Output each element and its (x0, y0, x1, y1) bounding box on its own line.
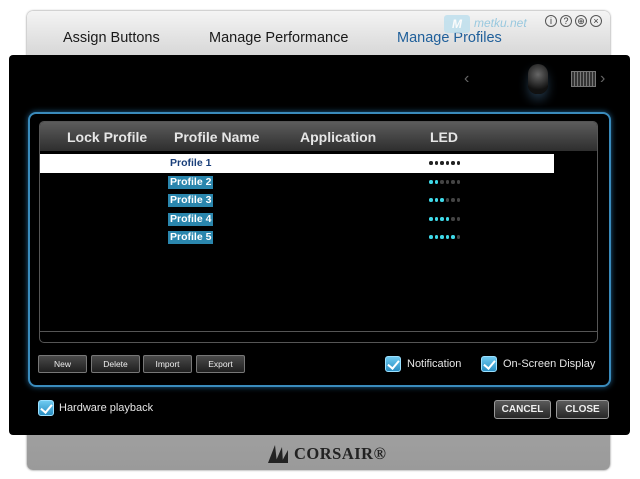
table-row[interactable]: Profile 3 (40, 191, 554, 210)
header-led[interactable]: LED (430, 129, 458, 145)
profile-name: Profile 4 (168, 213, 214, 226)
led-dot (445, 161, 449, 165)
close-icon[interactable]: × (590, 15, 602, 27)
led-indicator (429, 217, 460, 221)
led-dot (456, 217, 460, 221)
led-dot (440, 235, 444, 239)
led-dot (429, 161, 433, 165)
notification-checkbox[interactable] (385, 356, 401, 372)
close-button[interactable]: CLOSE (556, 400, 609, 419)
horizontal-scrollbar[interactable] (40, 331, 597, 332)
import-button[interactable]: Import (143, 355, 192, 373)
hardware-playback-label: Hardware playback (59, 402, 154, 414)
delete-button[interactable]: Delete (91, 355, 140, 373)
led-indicator (429, 161, 460, 165)
prev-device-icon[interactable]: ‹ (464, 70, 469, 88)
led-dot (445, 235, 449, 239)
led-dot (445, 217, 449, 221)
led-dot (434, 235, 438, 239)
osd-label: On-Screen Display (503, 358, 596, 370)
cancel-button[interactable]: CANCEL (494, 400, 551, 419)
led-dot (429, 180, 433, 184)
led-indicator (429, 180, 460, 184)
notification-label: Notification (407, 358, 462, 370)
led-dot (434, 217, 438, 221)
profile-name: Profile 2 (168, 176, 214, 189)
tab-manage-performance[interactable]: Manage Performance (209, 30, 348, 46)
header-profile-name[interactable]: Profile Name (174, 129, 260, 145)
led-indicator (429, 235, 460, 239)
header-lock-profile[interactable]: Lock Profile (67, 129, 147, 145)
led-dot (451, 198, 455, 202)
hardware-playback-checkbox[interactable] (38, 400, 54, 416)
led-dot (456, 198, 460, 202)
led-dot (440, 217, 444, 221)
profile-name: Profile 5 (168, 231, 214, 244)
mouse-device-icon[interactable] (528, 64, 548, 94)
profiles-table: Lock Profile Profile Name Application LE… (39, 121, 598, 343)
led-indicator (429, 198, 460, 202)
led-dot (456, 161, 460, 165)
next-device-icon[interactable]: › (600, 70, 605, 88)
profile-name: Profile 3 (168, 194, 214, 207)
table-header: Lock Profile Profile Name Application LE… (40, 122, 597, 151)
corsair-logo: CORSAIR® (266, 442, 386, 466)
led-dot (445, 198, 449, 202)
led-dot (440, 161, 444, 165)
globe-icon[interactable]: ⊕ (575, 15, 587, 27)
brand-text: CORSAIR® (294, 444, 387, 463)
led-dot (451, 161, 455, 165)
keyboard-device-icon[interactable] (571, 71, 596, 87)
led-dot (456, 180, 460, 184)
led-dot (434, 180, 438, 184)
watermark: M metku.net (444, 15, 536, 33)
table-row[interactable]: Profile 1 (40, 154, 554, 173)
led-dot (429, 198, 433, 202)
help-icon[interactable]: ? (560, 15, 572, 27)
export-button[interactable]: Export (196, 355, 245, 373)
led-dot (445, 180, 449, 184)
led-dot (451, 235, 455, 239)
led-dot (440, 198, 444, 202)
led-dot (429, 235, 433, 239)
corsair-sails-icon (268, 445, 288, 463)
led-dot (451, 217, 455, 221)
led-dot (434, 198, 438, 202)
profile-name: Profile 1 (170, 157, 212, 169)
osd-checkbox[interactable] (481, 356, 497, 372)
table-row[interactable]: Profile 5 (40, 228, 554, 247)
led-dot (451, 180, 455, 184)
info-icon[interactable]: i (545, 15, 557, 27)
watermark-logo: M (444, 15, 470, 33)
table-row[interactable]: Profile 2 (40, 173, 554, 192)
led-dot (429, 217, 433, 221)
led-dot (440, 180, 444, 184)
window-controls: i ? ⊕ × (545, 15, 602, 27)
table-row[interactable]: Profile 4 (40, 210, 554, 229)
new-button[interactable]: New (38, 355, 87, 373)
led-dot (434, 161, 438, 165)
watermark-text: metku.net (474, 16, 527, 30)
tab-assign-buttons[interactable]: Assign Buttons (63, 30, 160, 46)
header-application[interactable]: Application (300, 129, 376, 145)
led-dot (456, 235, 460, 239)
